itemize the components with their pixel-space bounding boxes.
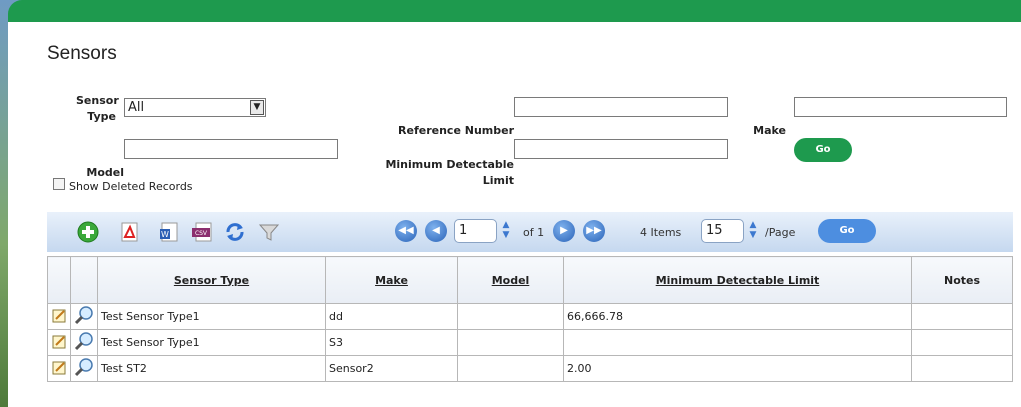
cell-make: dd bbox=[325, 303, 458, 330]
edit-icon[interactable] bbox=[52, 308, 67, 323]
view-column-header bbox=[70, 256, 98, 304]
table-row: Test Sensor Type1 dd 66,666.78 bbox=[47, 303, 1013, 330]
page-spinner-icon[interactable]: ▲ ▼ bbox=[501, 220, 511, 242]
column-header-notes: Notes bbox=[911, 256, 1013, 304]
page-of-label: of 1 bbox=[523, 226, 545, 239]
cell-model bbox=[457, 355, 564, 382]
svg-text:CSV: CSV bbox=[195, 230, 208, 237]
cell-model bbox=[457, 303, 564, 330]
sensor-type-label: Sensor Type bbox=[76, 94, 119, 123]
filter-go-button[interactable]: Go bbox=[794, 138, 852, 162]
cell-sensor-type: Test ST2 bbox=[97, 355, 326, 382]
cell-make: Sensor2 bbox=[325, 355, 458, 382]
edit-cell bbox=[47, 355, 71, 382]
edit-cell bbox=[47, 329, 71, 356]
edit-icon[interactable] bbox=[52, 334, 67, 349]
page-size-spinner-icon[interactable]: ▲ ▼ bbox=[748, 220, 758, 242]
pdf-export-icon[interactable] bbox=[119, 221, 141, 243]
add-icon[interactable] bbox=[77, 221, 99, 243]
chevron-down-icon[interactable]: ▼ bbox=[250, 100, 264, 115]
make-label: Make bbox=[753, 124, 786, 137]
table-row: Test ST2 Sensor2 2.00 bbox=[47, 355, 1013, 382]
column-header-min-detectable-limit[interactable]: Minimum Detectable Limit bbox=[563, 256, 912, 304]
column-header-model[interactable]: Model bbox=[457, 256, 564, 304]
make-input[interactable] bbox=[794, 97, 1007, 117]
next-page-button[interactable]: ▶ bbox=[553, 220, 575, 242]
column-header-make[interactable]: Make bbox=[325, 256, 458, 304]
header-bar bbox=[8, 0, 1021, 22]
last-page-button[interactable]: ▶▶ bbox=[583, 220, 605, 242]
svg-text:W: W bbox=[161, 230, 169, 239]
view-cell bbox=[70, 355, 98, 382]
reference-number-input[interactable] bbox=[514, 97, 728, 117]
view-cell bbox=[70, 303, 98, 330]
filter-icon[interactable] bbox=[258, 221, 280, 243]
table-row: Test Sensor Type1 S3 bbox=[47, 329, 1013, 356]
edit-column-header bbox=[47, 256, 71, 304]
table-header-row: Sensor Type Make Model Minimum Detectabl… bbox=[47, 256, 1013, 304]
column-header-sensor-type[interactable]: Sensor Type bbox=[97, 256, 326, 304]
show-deleted-checkbox[interactable] bbox=[53, 178, 65, 190]
model-label: Model bbox=[86, 166, 124, 179]
reference-number-label: Reference Number bbox=[398, 124, 514, 137]
refresh-icon[interactable] bbox=[224, 221, 246, 243]
edit-icon[interactable] bbox=[52, 360, 67, 375]
page-size-input[interactable]: 15 bbox=[701, 219, 744, 243]
min-detectable-limit-input[interactable] bbox=[514, 139, 728, 159]
pager-go-button[interactable]: Go bbox=[818, 219, 876, 243]
cell-min-detectable-limit bbox=[563, 329, 912, 356]
first-page-button[interactable]: ◀◀ bbox=[395, 220, 417, 242]
magnifier-icon[interactable] bbox=[74, 331, 94, 351]
grid-toolbar: W CSV ◀◀ ◀ 1 ▲ ▼ of 1 ▶ ▶▶ 4 Items 15 ▲ ▼ … bbox=[47, 212, 1013, 252]
per-page-label: /Page bbox=[765, 226, 796, 239]
word-export-icon[interactable]: W bbox=[158, 221, 180, 243]
cell-sensor-type: Test Sensor Type1 bbox=[97, 329, 326, 356]
cell-notes bbox=[911, 329, 1013, 356]
cell-notes bbox=[911, 303, 1013, 330]
cell-model bbox=[457, 329, 564, 356]
page-title: Sensors bbox=[47, 43, 117, 64]
edit-cell bbox=[47, 303, 71, 330]
prev-page-button[interactable]: ◀ bbox=[425, 220, 447, 242]
cell-sensor-type: Test Sensor Type1 bbox=[97, 303, 326, 330]
sensors-table: Sensor Type Make Model Minimum Detectabl… bbox=[47, 256, 1013, 382]
magnifier-icon[interactable] bbox=[74, 305, 94, 325]
magnifier-icon[interactable] bbox=[74, 357, 94, 377]
cell-min-detectable-limit: 2.00 bbox=[563, 355, 912, 382]
view-cell bbox=[70, 329, 98, 356]
cell-make: S3 bbox=[325, 329, 458, 356]
csv-export-icon[interactable]: CSV bbox=[191, 221, 213, 243]
cell-notes bbox=[911, 355, 1013, 382]
items-count: 4 Items bbox=[640, 226, 682, 239]
min-detectable-limit-label: Minimum Detectable Limit bbox=[385, 158, 514, 187]
sensor-type-value: All bbox=[128, 100, 145, 115]
model-input[interactable] bbox=[124, 139, 338, 159]
sensor-type-select[interactable]: All ▼ bbox=[124, 98, 266, 117]
cell-min-detectable-limit: 66,666.78 bbox=[563, 303, 912, 330]
current-page-input[interactable]: 1 bbox=[454, 219, 497, 243]
show-deleted-label: Show Deleted Records bbox=[69, 180, 193, 193]
